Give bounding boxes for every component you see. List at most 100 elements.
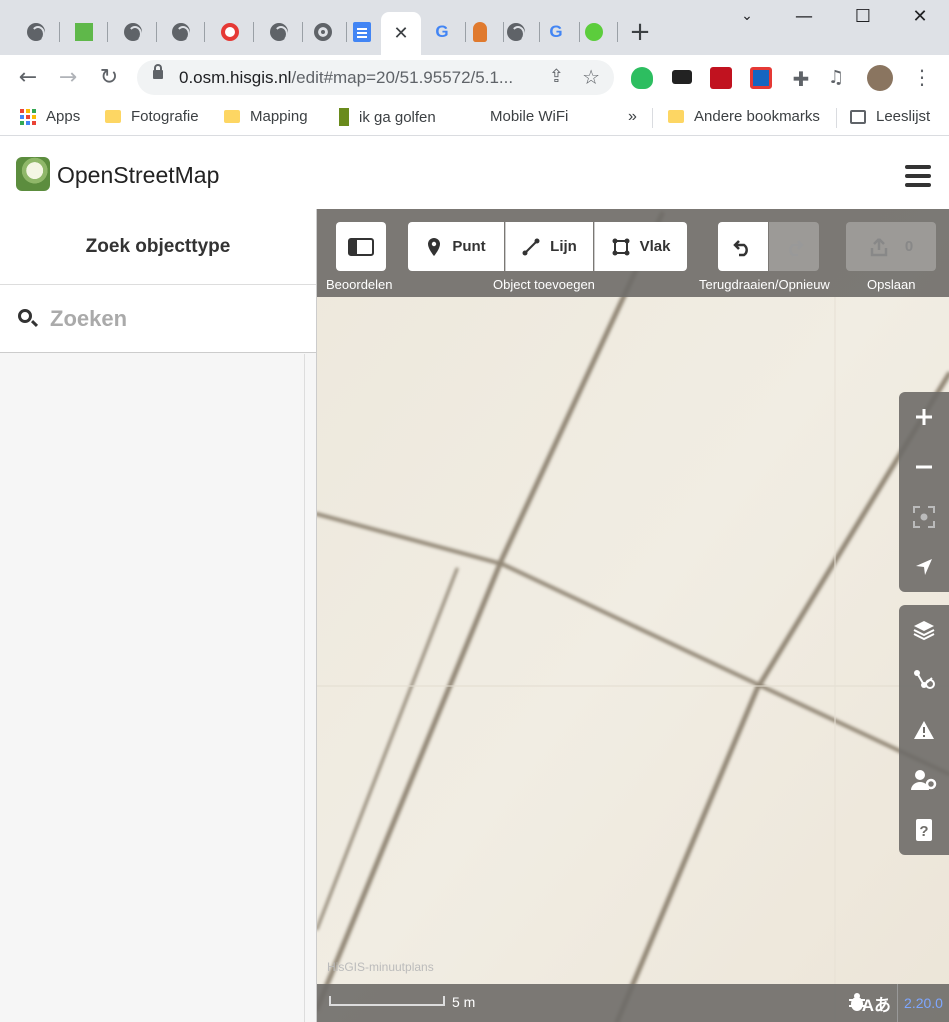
- flag-icon: [473, 22, 487, 42]
- new-tab-button[interactable]: +: [616, 12, 664, 52]
- bookmark-wifi[interactable]: Mobile WiFi: [490, 108, 568, 125]
- add-line-button[interactable]: Lijn: [505, 222, 593, 271]
- browser-toolbar: ← → ↻ 0.osm.hisgis.nl/edit#map=20/51.955…: [0, 55, 949, 100]
- undo-redo-label: Terugdraaien/Opnieuw: [699, 277, 830, 292]
- add-point-button[interactable]: Punt: [408, 222, 504, 271]
- version-link[interactable]: 2.20.0: [897, 984, 949, 1022]
- globe-icon: [270, 23, 288, 42]
- evernote-icon[interactable]: [631, 67, 653, 89]
- minimize-icon[interactable]: —: [784, 6, 824, 27]
- warning-icon: [914, 721, 934, 739]
- undo-button[interactable]: [718, 222, 768, 271]
- forward-icon[interactable]: →: [54, 64, 82, 92]
- folder-icon: [668, 110, 684, 123]
- plus-icon: [916, 409, 932, 425]
- tab-6[interactable]: [255, 12, 303, 52]
- minus-icon: [916, 465, 932, 469]
- tab-2[interactable]: [60, 12, 108, 52]
- zoom-out-button[interactable]: [899, 442, 949, 492]
- imagery-attribution[interactable]: HisGIS-minuutplans: [327, 960, 434, 974]
- map-footer: 5 m Aあ 2.20.0: [317, 984, 949, 1022]
- tab-3[interactable]: [109, 12, 157, 52]
- map-nav-controls: [899, 392, 949, 592]
- reading-list-icon: [850, 109, 866, 124]
- feature-search: [0, 285, 316, 353]
- scale-bar[interactable]: [329, 996, 445, 1006]
- apps-grid-icon: [20, 108, 36, 125]
- close-icon[interactable]: ✕: [393, 23, 408, 44]
- map-pane-controls: ?: [899, 605, 949, 855]
- zoom-in-button[interactable]: [899, 392, 949, 442]
- bookmark-mapping[interactable]: Mapping: [224, 108, 308, 125]
- redo-button[interactable]: [769, 222, 819, 271]
- extension-app-icon[interactable]: [750, 67, 772, 89]
- bookmark-golfen[interactable]: ik ga golfen: [339, 108, 436, 126]
- folder-icon: [224, 110, 240, 123]
- bookmark-star-icon[interactable]: ☆: [582, 65, 600, 89]
- sidebar-toggle-icon: [348, 237, 374, 256]
- area-icon: [612, 238, 630, 255]
- issues-button[interactable]: [899, 705, 949, 755]
- upload-icon: [870, 237, 888, 256]
- translate-icon[interactable]: Aあ: [862, 991, 891, 1016]
- menu-dots-icon[interactable]: ⋮: [912, 65, 934, 89]
- save-label: Opslaan: [867, 277, 916, 292]
- preferences-button[interactable]: [899, 755, 949, 805]
- map-data-icon: [914, 670, 935, 689]
- hamburger-menu-icon[interactable]: [905, 165, 931, 187]
- bookmark-other[interactable]: Andere bookmarks: [668, 108, 820, 125]
- reading-list[interactable]: Leeslijst: [850, 108, 930, 125]
- extensions-puzzle-icon[interactable]: ✚: [790, 67, 812, 91]
- bookmark-fotografie[interactable]: Fotografie: [105, 108, 199, 125]
- tab-5[interactable]: [206, 12, 254, 52]
- bookmarks-bar: Apps Fotografie Mapping ik ga golfen Mob…: [0, 100, 949, 136]
- help-book-icon: ?: [916, 819, 932, 841]
- tab-active[interactable]: ✕: [381, 12, 421, 55]
- green-circle-icon: [585, 23, 603, 41]
- mail-icon[interactable]: [672, 70, 692, 84]
- reload-icon[interactable]: ↻: [95, 64, 123, 92]
- geolocate-button[interactable]: [899, 542, 949, 592]
- redo-icon: [789, 239, 804, 256]
- tab-4[interactable]: [157, 12, 205, 52]
- tab-14[interactable]: [570, 12, 618, 52]
- osm-header: OpenStreetMap: [0, 137, 949, 209]
- site-title[interactable]: OpenStreetMap: [57, 162, 219, 189]
- map-area[interactable]: Beoordelen Punt Lijn Vlak Object toevoeg…: [317, 209, 949, 1022]
- tab-8[interactable]: [338, 12, 386, 52]
- tab-search-icon[interactable]: ⌄: [727, 8, 767, 24]
- bookmarks-overflow-button[interactable]: »: [628, 108, 637, 126]
- point-icon: [428, 237, 441, 256]
- sidebar-resizer[interactable]: [304, 354, 305, 1022]
- back-icon[interactable]: ←: [14, 64, 42, 92]
- save-button[interactable]: 0: [846, 222, 936, 271]
- osm-logo-icon[interactable]: [16, 157, 50, 191]
- pdf-icon[interactable]: [710, 67, 732, 89]
- maximize-icon[interactable]: ☐: [843, 6, 883, 27]
- bookmark-apps[interactable]: Apps: [20, 108, 80, 125]
- line-icon: [522, 238, 540, 255]
- location-arrow-icon: [916, 559, 932, 575]
- map-data-button[interactable]: [899, 655, 949, 705]
- red-circle-icon: [221, 23, 239, 41]
- docs-icon: [353, 22, 371, 42]
- chrome-icon: [314, 23, 332, 41]
- scale-label: 5 m: [452, 994, 476, 1010]
- window-close-icon[interactable]: ✕: [900, 6, 940, 27]
- url-bar[interactable]: 0.osm.hisgis.nl/edit#map=20/51.95572/5.1…: [137, 60, 614, 95]
- help-button[interactable]: ?: [899, 805, 949, 855]
- background-layers-button[interactable]: [899, 605, 949, 655]
- globe-icon: [124, 23, 142, 42]
- add-area-button[interactable]: Vlak: [594, 222, 687, 271]
- avatar[interactable]: [867, 65, 893, 91]
- zoom-selection-icon: [913, 506, 935, 528]
- share-icon[interactable]: ⇪: [549, 66, 564, 87]
- media-control-icon[interactable]: ♫: [828, 67, 850, 89]
- sidebar-toggle-button[interactable]: [336, 222, 386, 271]
- green-square-icon: [75, 23, 93, 41]
- sidebar-heading: Zoek objecttype: [0, 209, 316, 285]
- globe-icon: [507, 23, 525, 42]
- tab-1[interactable]: [12, 12, 60, 52]
- search-input[interactable]: [50, 303, 300, 335]
- zoom-to-selection-button[interactable]: [899, 492, 949, 542]
